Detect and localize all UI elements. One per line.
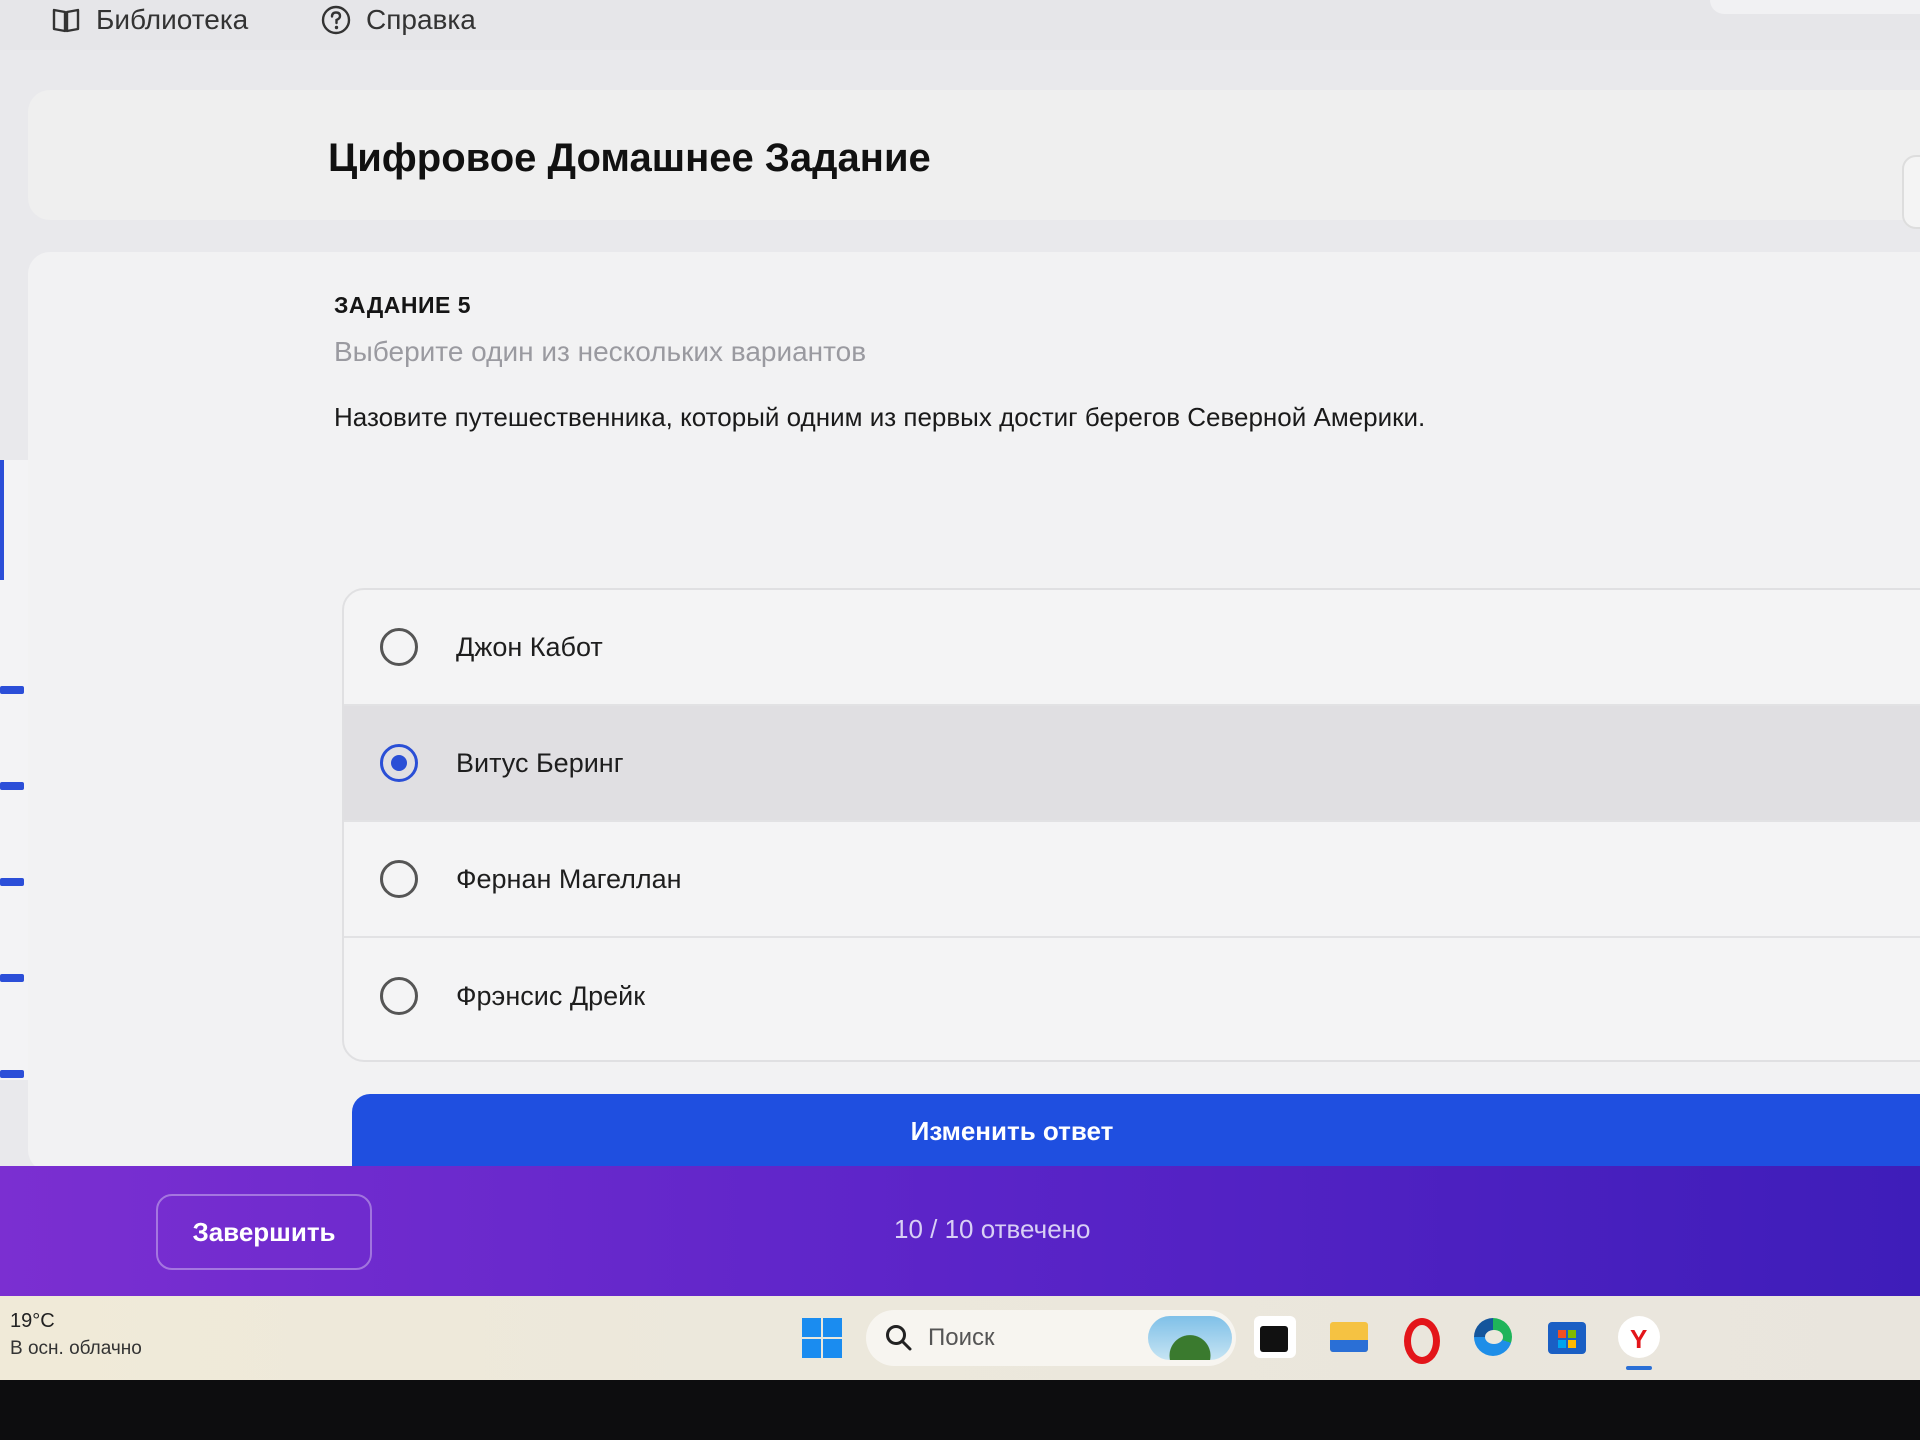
left-progress-strip: [0, 460, 30, 1080]
progress-marker[interactable]: [0, 878, 24, 886]
answer-option-label: Витус Беринг: [456, 747, 624, 778]
answer-option[interactable]: Фернан Магеллан: [344, 822, 1920, 938]
book-icon: [52, 8, 80, 33]
change-answer-label: Изменить ответ: [910, 1115, 1114, 1146]
weather-temperature[interactable]: 19°C: [10, 1310, 55, 1333]
answer-option[interactable]: Фрэнсис Дрейк: [344, 938, 1920, 1054]
weather-description[interactable]: В осн. облачно: [10, 1338, 142, 1360]
store-icon[interactable]: [1546, 1316, 1588, 1358]
search-highlight-image: [1148, 1316, 1232, 1360]
task-card: ЗАДАНИЕ 5 Выберите один из нескольких ва…: [28, 252, 1920, 1184]
nav-right-tab: [1710, 0, 1920, 14]
progress-marker[interactable]: [0, 1070, 24, 1078]
progress-marker[interactable]: [0, 974, 24, 982]
answer-options: Джон Кабот Витус Беринг Фернан Магеллан …: [342, 588, 1920, 1062]
nav-library[interactable]: Библиотека: [50, 0, 248, 40]
answer-option[interactable]: Джон Кабот: [344, 590, 1920, 706]
task-view-icon[interactable]: [1254, 1316, 1296, 1358]
progress-marker[interactable]: [0, 686, 24, 694]
finish-button[interactable]: Завершить: [156, 1194, 372, 1270]
page-title: Цифровое Домашнее Задание: [328, 136, 931, 180]
top-nav: Библиотека Справка: [0, 0, 1920, 50]
title-card: Цифровое Домашнее Задание: [28, 90, 1920, 220]
radio-dot: [391, 755, 407, 771]
opera-icon[interactable]: [1400, 1316, 1442, 1364]
finish-label: Завершить: [192, 1216, 336, 1247]
radio-button[interactable]: [380, 628, 418, 666]
side-panel-handle[interactable]: [1902, 155, 1920, 229]
task-hint: Выберите один из нескольких вариантов: [334, 336, 867, 367]
search-icon: [886, 1325, 912, 1351]
file-explorer-icon[interactable]: [1328, 1316, 1370, 1358]
nav-library-label: Библиотека: [96, 4, 249, 35]
nav-help[interactable]: Справка: [320, 0, 476, 40]
task-number: ЗАДАНИЕ 5: [334, 292, 472, 318]
taskbar-search[interactable]: Поиск: [866, 1310, 1236, 1366]
answered-status: 10 / 10 отвечено: [894, 1214, 1091, 1244]
yandex-browser-icon[interactable]: Y: [1618, 1316, 1660, 1370]
answer-option-label: Фернан Магеллан: [456, 863, 682, 894]
task-question: Назовите путешественника, который одним …: [334, 402, 1426, 432]
windows-start-icon[interactable]: [802, 1318, 842, 1358]
answer-option-selected[interactable]: Витус Беринг: [344, 706, 1920, 822]
radio-button[interactable]: [380, 977, 418, 1015]
progress-bar: [0, 460, 4, 580]
search-placeholder: Поиск: [928, 1324, 995, 1351]
radio-button[interactable]: [380, 860, 418, 898]
bottom-action-bar: Завершить 10 / 10 отвечено: [0, 1166, 1920, 1296]
edge-icon[interactable]: [1472, 1316, 1514, 1358]
os-taskbar: 19°C В осн. облачно Поиск Y: [0, 1296, 1920, 1380]
question-circle-icon: [321, 5, 351, 35]
screen-bezel: [0, 1380, 1920, 1440]
progress-marker[interactable]: [0, 782, 24, 790]
radio-button-checked[interactable]: [380, 744, 418, 782]
answer-option-label: Фрэнсис Дрейк: [456, 980, 646, 1011]
nav-help-label: Справка: [366, 4, 476, 35]
answer-option-label: Джон Кабот: [456, 631, 603, 662]
